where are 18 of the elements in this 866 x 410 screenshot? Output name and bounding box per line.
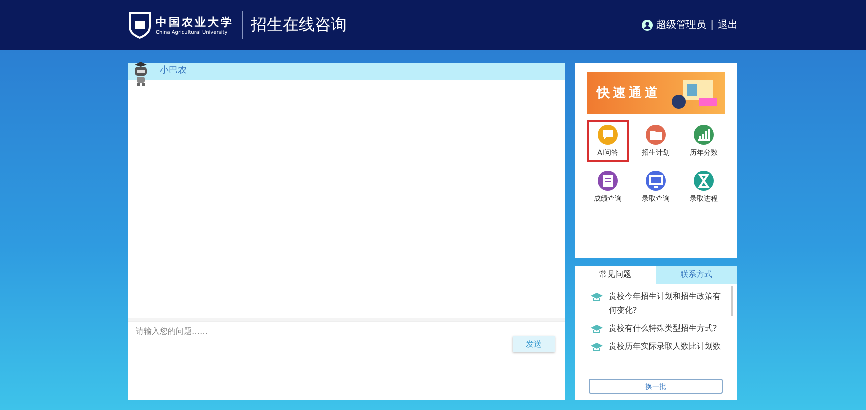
tab[interactable]: 联系方式 (656, 266, 737, 284)
user-name: 超级管理员 (656, 18, 707, 32)
graduation-cap-icon (591, 325, 603, 334)
user-icon (642, 20, 653, 30)
scrollbar (731, 286, 733, 316)
emblem-icon (128, 11, 152, 39)
logout-link[interactable]: 退出 (718, 18, 738, 32)
faq-question-link[interactable]: 贵校有什么特殊类型招生方式? (609, 322, 718, 336)
logo-chinese-name: 中国农业大学 (156, 14, 234, 30)
graduation-cap-icon (591, 293, 603, 302)
separator: | (710, 20, 714, 30)
faq-question-link[interactable]: 贵校历年实际录取人数比计划数 (609, 340, 721, 354)
page-title: 招生在线咨询 (251, 14, 347, 36)
graduation-cap-icon (591, 343, 603, 352)
banner-title: 快速通道 (597, 85, 661, 102)
bot-name: 小巴农 (160, 64, 187, 78)
robot-icon (133, 61, 149, 87)
faq-question-link[interactable]: 贵校今年招生计划和招生政策有何变化? (609, 290, 723, 318)
